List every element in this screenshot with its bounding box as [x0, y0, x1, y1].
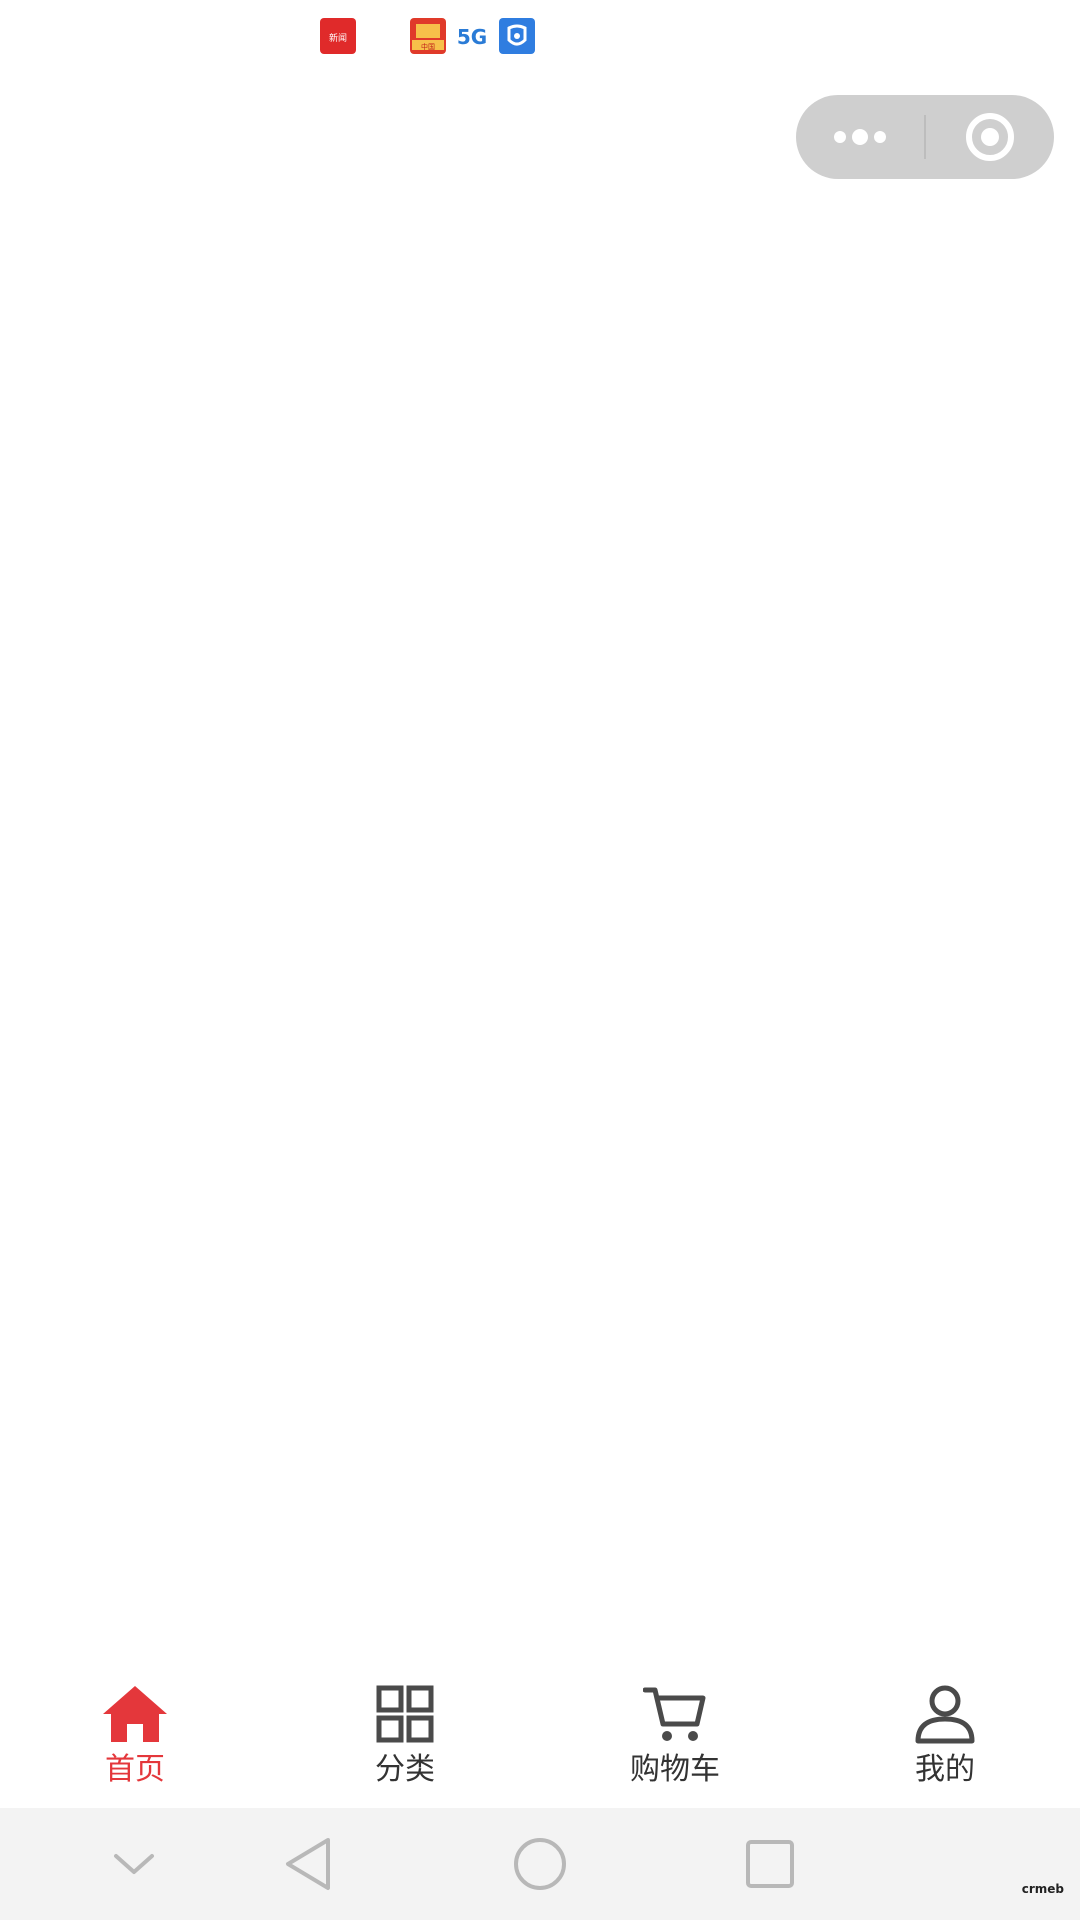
tab-home[interactable]: 首页 — [0, 1660, 270, 1808]
tab-home-label: 首页 — [105, 1752, 165, 1787]
screen: 新闻 中国 5G 首页 分类 购物车 我的 crmeb — [0, 0, 1080, 1920]
miniprogram-capsule — [796, 95, 1054, 179]
back-triangle-icon — [286, 1838, 330, 1890]
watermark: crmeb — [1021, 1882, 1064, 1896]
red-icon-text: 中国 — [421, 42, 435, 51]
home-button[interactable] — [508, 1832, 572, 1896]
tab-category[interactable]: 分类 — [270, 1660, 540, 1808]
close-miniprogram-button[interactable] — [926, 95, 1054, 179]
tab-category-label: 分类 — [375, 1752, 435, 1787]
system-navigation-bar: crmeb — [0, 1808, 1080, 1920]
red-app-icon: 中国 — [410, 18, 446, 54]
5g-text: 5G — [457, 25, 487, 49]
bottom-tab-bar: 首页 分类 购物车 我的 — [0, 1660, 1080, 1808]
target-circle-icon — [966, 113, 1014, 161]
tab-cart[interactable]: 购物车 — [540, 1660, 810, 1808]
blue-app-icon — [499, 18, 535, 54]
home-circle-icon — [514, 1838, 566, 1890]
page-content — [0, 200, 1080, 1660]
news-app-icon: 新闻 — [320, 18, 356, 54]
home-icon — [99, 1682, 171, 1746]
hide-nav-button[interactable] — [102, 1832, 166, 1896]
cart-icon — [639, 1682, 711, 1746]
more-dots-icon — [834, 129, 886, 145]
chevron-down-icon — [114, 1854, 154, 1874]
more-button[interactable] — [796, 95, 924, 179]
news-icon-text: 新闻 — [329, 32, 347, 44]
recents-button[interactable] — [738, 1832, 802, 1896]
5g-icon: 5G — [454, 18, 490, 54]
status-bar: 新闻 中国 5G — [0, 0, 1080, 70]
back-button[interactable] — [276, 1832, 340, 1896]
tab-cart-label: 购物车 — [630, 1752, 720, 1787]
grid-icon — [369, 1682, 441, 1746]
tab-mine[interactable]: 我的 — [810, 1660, 1080, 1808]
tab-mine-label: 我的 — [915, 1752, 975, 1787]
user-icon — [909, 1682, 981, 1746]
recents-square-icon — [746, 1840, 794, 1888]
